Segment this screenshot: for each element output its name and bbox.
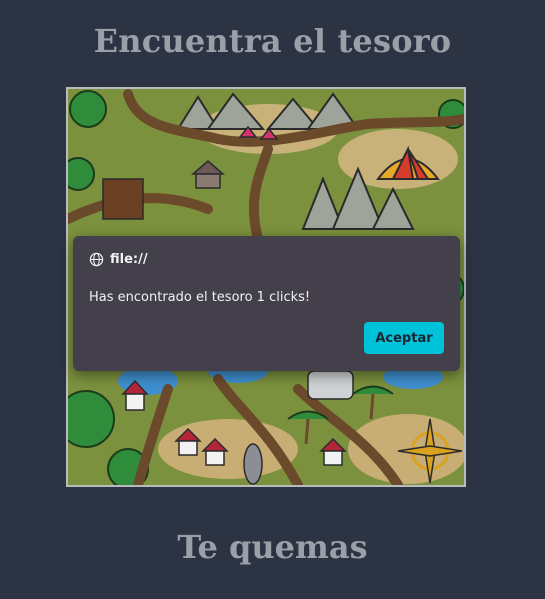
stadium-icon	[307, 370, 354, 400]
stone-icon	[243, 443, 263, 485]
alert-dialog: file:// Has encontrado el tesoro 1 click…	[73, 236, 460, 371]
page-title: Encuentra el tesoro	[93, 22, 452, 60]
dialog-origin: file://	[89, 252, 148, 267]
dialog-origin-label: file://	[110, 252, 148, 267]
globe-icon	[89, 252, 104, 267]
dialog-message: Has encontrado el tesoro 1 clicks!	[89, 290, 311, 305]
accept-button[interactable]: Aceptar	[364, 322, 444, 354]
status-text: Te quemas	[177, 528, 368, 566]
